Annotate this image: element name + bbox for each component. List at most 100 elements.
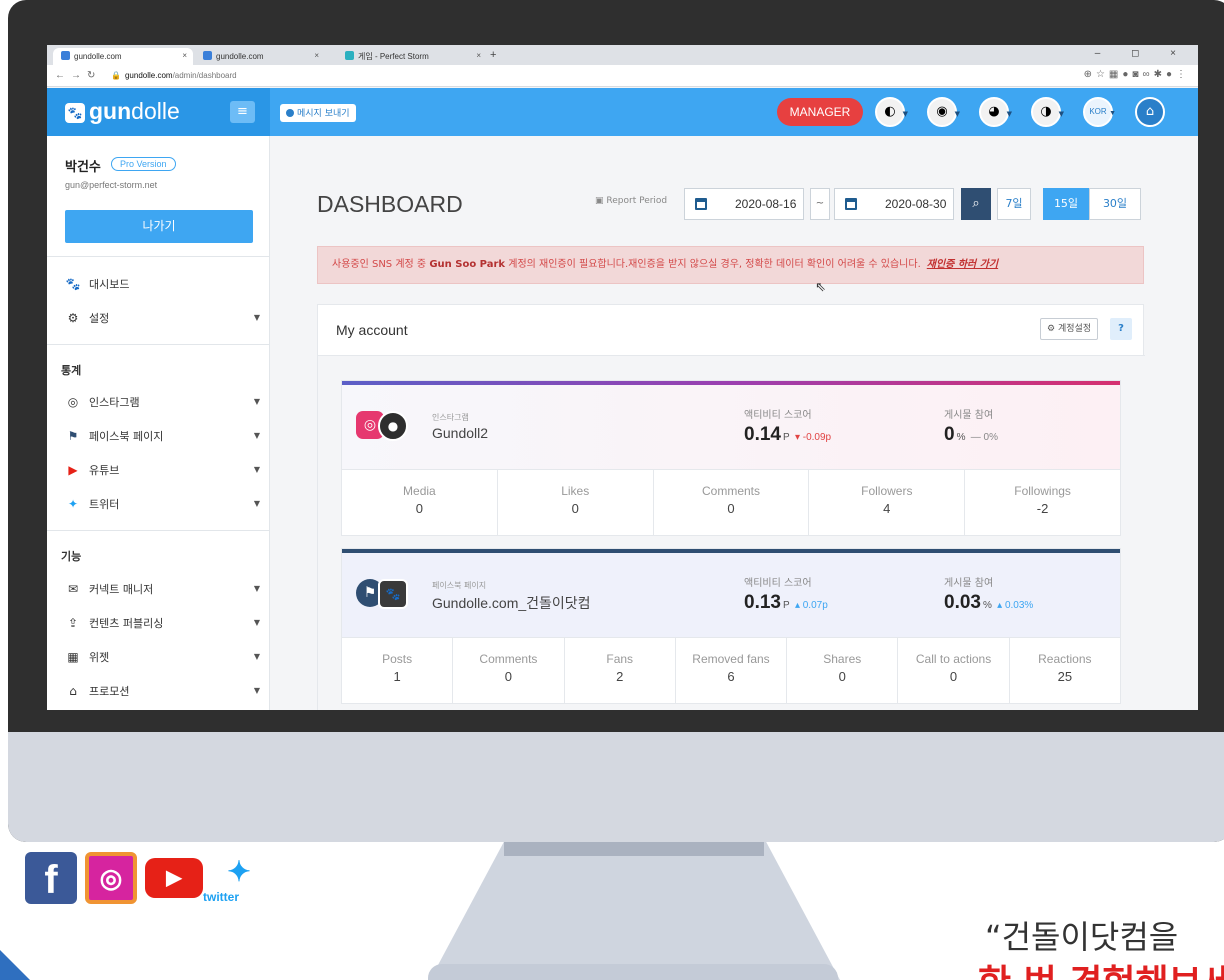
browser-tab-1[interactable]: gundolle.com × [53, 48, 193, 65]
close-tab-icon[interactable]: × [314, 51, 319, 60]
sidebar-divider [47, 530, 270, 531]
sidebar-item-instagram[interactable]: ◎ 인스타그램 ▼ [65, 392, 260, 412]
grid-icon: ▦ [67, 650, 79, 664]
logo-text[interactable]: gundolle [89, 98, 180, 125]
my-account-card: My account ⚙ 계정설정 ? ◎ ● 인스타그램 Gundoll2 액… [317, 304, 1145, 710]
window-controls[interactable]: – ◻ × [1095, 48, 1190, 59]
language-selector[interactable]: KOR ▼ [1083, 97, 1116, 127]
instagram-account-card[interactable]: ◎ ● 인스타그램 Gundoll2 액티비티 스코어 0.14 P ▾ -0.0… [341, 380, 1121, 536]
card-title: My account [336, 322, 408, 338]
paw-icon: 🐾 [65, 277, 81, 291]
period-15-days-button[interactable]: 15일 [1043, 188, 1089, 220]
caret-down-icon: ▼ [1058, 110, 1064, 118]
monitor-stand [430, 842, 840, 980]
hamburger-icon[interactable]: ≡ [230, 101, 255, 123]
reauth-link[interactable]: 재인증 하러 가기 [927, 259, 998, 270]
lock-icon: 🔒 [111, 71, 121, 80]
monitor-screen: gundolle.com × gundolle.com × 게임 - Perfe… [47, 45, 1198, 710]
sidebar-item-facebook-page[interactable]: ⚑ 페이스북 페이지 ▼ [65, 426, 260, 446]
youtube-account-avatar[interactable]: ◕ ▼ [979, 97, 1012, 127]
post-engagement: 게시물 참여 0% — 0% [944, 410, 998, 445]
stat-cell: Removed fans 6 [676, 638, 788, 703]
chevron-down-icon: ▼ [253, 584, 260, 593]
period-7-days-button[interactable]: 7일 [997, 188, 1031, 220]
sidebar-item-connect-manager[interactable]: ✉ 커넥트 매니저 ▼ [65, 579, 260, 599]
account-settings-button[interactable]: ⚙ 계정설정 [1040, 318, 1099, 340]
chevron-down-icon: ▼ [253, 431, 260, 440]
sura-account-avatar[interactable]: ◉ ▼ [927, 97, 960, 127]
sidebar-item-youtube[interactable]: ▶ 유튜브 ▼ [65, 460, 260, 480]
chevron-down-icon: ▼ [253, 499, 260, 508]
search-icon[interactable]: ⌕ [961, 188, 991, 220]
activity-score: 액티비티 스코어 0.14 P ▾ -0.09p [744, 410, 832, 445]
browser-tab-2[interactable]: gundolle.com × [195, 48, 325, 65]
date-range-separator: ~ [810, 188, 830, 220]
close-tab-icon[interactable]: × [182, 51, 187, 60]
account-stats-row: Posts 1 Comments 0 Fans 2 Removed fans 6 Sha… [342, 637, 1120, 703]
sidebar-item-widget[interactable]: ▦ 위젯 ▼ [65, 647, 260, 667]
chevron-down-icon: ▼ [253, 652, 260, 661]
stat-cell: Comments 0 [453, 638, 565, 703]
post-engagement: 게시물 참여 0.03% ▴ 0.03% [944, 578, 1034, 613]
facebook-page-account-card[interactable]: ⚑ 🐾 페이스북 페이지 Gundolle.com_건돌이닷컴 액티비티 스코어… [341, 548, 1121, 704]
account-type: 인스타그램 [432, 413, 469, 422]
sidebar: 박건수 Pro Version gun@perfect-storm.net 나가… [47, 136, 270, 710]
instagram-account-avatar[interactable]: ◐ ▼ [875, 97, 908, 127]
youtube-icon: ▶ [68, 463, 78, 477]
sidebar-item-promotion[interactable]: ⌂ 프로모션 ▼ [65, 681, 260, 701]
chevron-down-icon: ▼ [253, 618, 260, 627]
mouse-cursor-icon: ⇖ [815, 280, 826, 295]
account-name: Gundolle.com_건돌이닷컴 [432, 595, 591, 611]
home-icon[interactable]: ⌂ [1135, 97, 1165, 127]
browser-tab-3[interactable]: 게임 - Perfect Storm × [337, 48, 487, 65]
twitter-label: twitter [203, 890, 239, 904]
sidebar-item-dashboard[interactable]: 🐾 대시보드 [65, 274, 260, 294]
chevron-down-icon: ▼ [253, 397, 260, 406]
manager-button[interactable]: MANAGER [777, 98, 863, 126]
avatar: 🐾 [378, 579, 408, 609]
calendar-icon [845, 198, 857, 210]
app-header: 🐾 gundolle ≡ 메시지 보내기 MANAGER ◐ ▼ ◉ ▼ ◕ ▼ ◑ ▼… [47, 88, 1198, 136]
url-field[interactable]: 🔒 gundolle.com/admin/dashboard [111, 71, 237, 80]
flag-icon: ⚑ [67, 429, 79, 443]
twitter-account-avatar[interactable]: ◑ ▼ [1031, 97, 1064, 127]
stat-cell: Media 0 [342, 470, 498, 535]
gear-icon: ⚙ [1047, 324, 1056, 334]
period-30-days-button[interactable]: 30일 [1089, 188, 1141, 220]
address-bar[interactable]: ←→↻ 🔒 gundolle.com/admin/dashboard ⊕☆▦●◙∞… [47, 65, 1198, 87]
logout-button[interactable]: 나가기 [65, 210, 253, 243]
sidebar-divider [47, 256, 270, 257]
sidebar-item-twitter[interactable]: ✦ 트위터 ▼ [65, 494, 260, 514]
calendar-icon: ▣ [595, 196, 604, 206]
activity-score: 액티비티 스코어 0.13 P ▴ 0.07p [744, 578, 828, 613]
logo-area: 🐾 gundolle ≡ [47, 88, 270, 136]
instagram-logo-icon: ◎ [85, 852, 137, 904]
tagline-line-2: 한 번 경험해보세요 [978, 954, 1224, 980]
start-date-field[interactable]: 2020-08-16 [684, 188, 804, 220]
account-stats-row: Media 0 Likes 0 Comments 0 Followers 4 Follo… [342, 469, 1120, 535]
instagram-icon: ◎ [67, 395, 79, 409]
stat-cell: Call to actions 0 [898, 638, 1010, 703]
gear-icon: ⚙ [67, 311, 79, 325]
monitor-chin [8, 732, 1224, 842]
stat-cell: Followings -2 [1014, 484, 1071, 516]
caret-down-icon: ▼ [902, 110, 908, 118]
stat-cell: Shares 0 [787, 638, 899, 703]
account-name: Gundoll2 [432, 425, 489, 441]
caret-down-icon: ▼ [954, 110, 960, 118]
help-button[interactable]: ? [1110, 318, 1132, 340]
game-favicon-icon [345, 51, 354, 60]
close-tab-icon[interactable]: × [476, 51, 481, 60]
end-date-field[interactable]: 2020-08-30 [834, 188, 954, 220]
chat-icon: ✉ [67, 582, 79, 596]
caret-down-icon: ▼ [1109, 110, 1116, 117]
reauth-alert: 사용중인 SNS 계정 중 Gun Soo Park 계정의 재인증이 필요합니… [317, 246, 1144, 284]
nav-buttons[interactable]: ←→↻ [55, 70, 101, 81]
features-heading: 기능 [61, 550, 82, 563]
send-message-button[interactable]: 메시지 보내기 [280, 104, 356, 122]
sidebar-item-content-publishing[interactable]: ⇪ 컨텐츠 퍼블리싱 ▼ [65, 613, 260, 633]
account-accent-line [342, 381, 1120, 385]
extension-icons[interactable]: ⊕☆▦●◙∞✱●⋮ [1084, 69, 1190, 80]
new-tab-button[interactable]: + [490, 49, 496, 61]
sidebar-item-settings[interactable]: ⚙ 설정 ▼ [65, 308, 260, 328]
